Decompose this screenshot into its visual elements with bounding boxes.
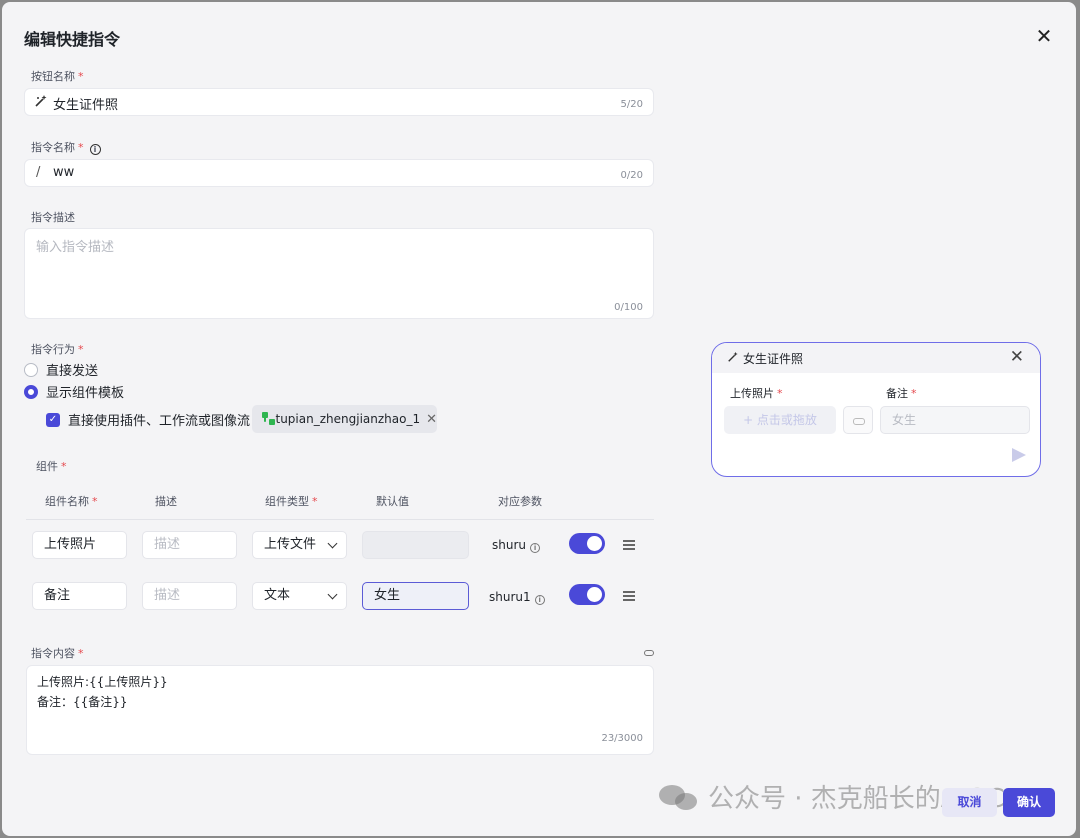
preview-field-label: 上传照片 * [730,387,783,400]
col-header-desc: 描述 [155,495,177,508]
button-name-counter: 5/20 [620,99,643,110]
info-icon[interactable]: i [534,595,545,605]
command-name-value: ww [53,165,75,180]
component-name-input[interactable]: 备注 [32,582,127,610]
component-name-input[interactable]: 上传照片 [32,531,127,559]
preview-card: 女生证件照 ✕ 上传照片 * 备注 * + 点击或拖放 女生 [711,342,1041,477]
component-desc-input[interactable]: 描述 [142,531,237,559]
preview-close-icon[interactable]: ✕ [1010,347,1024,367]
checkbox-checked[interactable]: ✓ [46,412,60,427]
command-desc-textarea[interactable]: 输入指令描述 0/100 [24,228,654,319]
info-icon[interactable]: i [89,144,101,155]
component-type-select[interactable]: 上传文件 [252,531,347,559]
preview-upload-button[interactable]: + 点击或拖放 [724,406,836,434]
link-icon[interactable] [644,650,654,656]
content-counter: 23/3000 [601,733,643,744]
button-name-label: 按钮名称 * [31,70,84,83]
magic-wand-icon [34,94,48,111]
component-param: shuru i [492,538,541,553]
command-desc-placeholder: 输入指令描述 [36,240,115,255]
component-type-select[interactable]: 文本 [252,582,347,610]
component-enabled-toggle[interactable] [569,584,605,605]
table-divider [26,519,654,520]
cancel-button[interactable]: 取消 [942,788,997,817]
component-enabled-toggle[interactable] [569,533,605,554]
drag-handle-icon[interactable] [623,540,635,550]
content-line: 备注：{{备注}} [37,695,128,709]
behavior-label: 指令行为 * [31,343,84,356]
plugin-chip[interactable]: tupian_zhengjianzhao_1 ✕ [252,405,437,433]
drag-handle-icon[interactable] [623,591,635,601]
command-desc-counter: 0/100 [614,302,643,313]
command-name-counter: 0/20 [620,170,643,181]
component-desc-input[interactable]: 描述 [142,582,237,610]
col-header-default: 默认值 [376,495,409,508]
button-name-value: 女生证件照 [53,98,119,113]
command-desc-label: 指令描述 [31,211,75,224]
component-default-input[interactable] [362,531,469,559]
preview-note-input[interactable]: 女生 [880,406,1030,434]
send-icon[interactable] [1012,448,1026,462]
wechat-logo [659,783,701,811]
command-name-label: 指令名称 * i [31,139,101,155]
col-header-name: 组件名称 * [45,495,98,508]
content-label: 指令内容 * [31,647,84,660]
preview-header: 女生证件照 [712,343,1040,373]
component-param: shuru1 i [489,590,545,605]
components-label: 组件 * [36,460,67,473]
content-line: 上传照片:{{上传照片}} [37,675,168,689]
edit-shortcut-dialog: 编辑快捷指令 ✕ 按钮名称 * 女生证件照 5/20 指令名称 * i / ww 0/… [2,2,1076,836]
preview-field-label: 备注 * [886,387,917,400]
chip-close-icon[interactable]: ✕ [426,412,437,427]
workflow-icon [262,412,275,426]
radio-direct-send[interactable]: 直接发送 [24,360,98,379]
radio-button-selected[interactable] [24,384,38,399]
component-default-input[interactable]: 女生 [362,582,469,610]
button-name-input[interactable]: 女生证件照 5/20 [24,88,654,116]
dialog-title: 编辑快捷指令 [24,30,121,49]
col-header-param: 对应参数 [498,495,542,508]
info-icon[interactable]: i [530,543,541,553]
radio-show-template[interactable]: 显示组件模板 [24,382,124,401]
confirm-button[interactable]: 确认 [1003,788,1055,817]
col-header-type: 组件类型 * [265,495,318,508]
close-icon[interactable]: ✕ [1034,26,1054,46]
content-textarea[interactable]: 上传照片:{{上传照片}} 备注：{{备注}} 23/3000 [26,665,654,755]
magic-wand-icon [727,351,739,366]
preview-title: 女生证件照 [743,351,804,366]
radio-button[interactable] [24,362,38,377]
slash-prefix: / [36,165,41,180]
direct-use-checkbox-row[interactable]: ✓ 直接使用插件、工作流或图像流 [46,410,250,429]
command-name-input[interactable]: / ww 0/20 [24,159,654,187]
link-icon[interactable] [843,406,873,434]
